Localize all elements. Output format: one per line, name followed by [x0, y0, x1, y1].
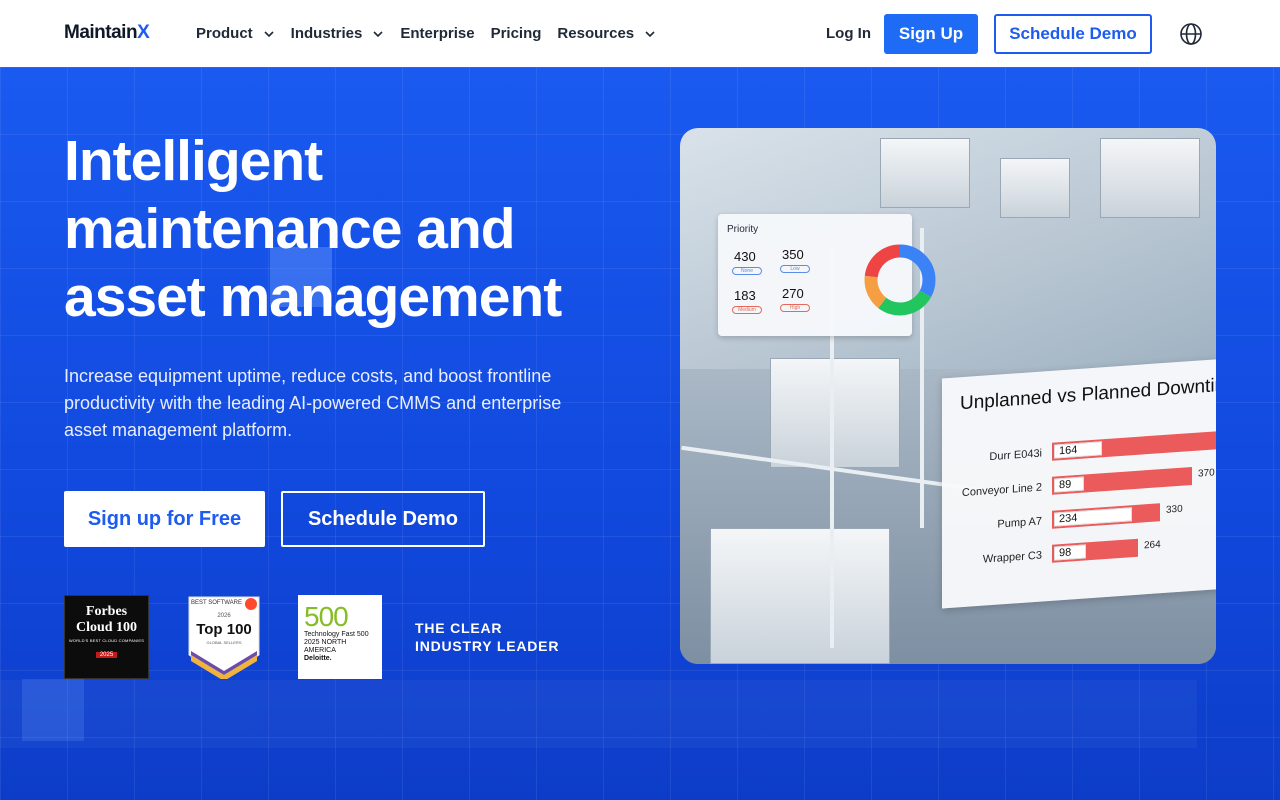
nav-label: Resources	[557, 25, 635, 42]
leader-line2: INDUSTRY LEADER	[415, 638, 560, 654]
globe-icon[interactable]	[1179, 22, 1203, 46]
downtime-bar-value: 264	[1144, 539, 1161, 552]
downtime-bar-inner: 89	[1054, 476, 1084, 493]
chevron-down-icon	[373, 30, 383, 37]
grid-band	[0, 680, 1197, 748]
priority-label: Low	[780, 265, 810, 273]
deloitte-line2: 2025 NORTH AMERICA	[304, 639, 347, 654]
signup-button[interactable]: Sign Up	[884, 14, 978, 54]
nav-links: Product Industries Enterprise Pricing Re…	[196, 0, 656, 67]
nav-label: Pricing	[490, 25, 542, 42]
priority-label: None	[732, 267, 762, 275]
nav-label: Industries	[290, 25, 363, 42]
g2-year: 2026	[217, 613, 231, 619]
login-link[interactable]: Log In	[826, 25, 871, 42]
downtime-row-label: Conveyor Line 2	[961, 481, 1042, 500]
industry-leader-text: THE CLEAR INDUSTRY LEADER	[415, 619, 559, 655]
hero-subtext: Increase equipment uptime, reduce costs,…	[64, 366, 562, 440]
g2-top100-badge: BEST SOFTWARE 2026 Top 100 GLOBAL SELLER…	[187, 595, 261, 681]
forbes-brand: Forbes	[85, 604, 128, 619]
priority-label: Medium	[732, 306, 762, 314]
downtime-row-label: Pump A7	[997, 515, 1042, 531]
factory-photo: Priority 430 None 350 Low 183 Medium 270…	[680, 128, 1216, 664]
logo-x: X	[137, 22, 150, 43]
priority-card: Priority 430 None 350 Low 183 Medium 270…	[718, 214, 936, 336]
top-navbar: MaintainX Product Industries Enterprise …	[0, 0, 1280, 67]
chevron-down-icon	[264, 30, 274, 37]
g2-sub: GLOBAL SELLERS	[206, 640, 242, 645]
schedule-demo-button[interactable]: Schedule Demo	[281, 491, 485, 547]
downtime-bar-value: 330	[1166, 503, 1183, 516]
machine	[1000, 158, 1070, 218]
hero-section: Intelligent maintenance and asset manage…	[0, 67, 1280, 800]
nav-item-resources[interactable]: Resources	[557, 25, 656, 42]
forbes-sub: WORLD'S BEST CLOUD COMPANIES	[68, 638, 145, 643]
machine	[770, 358, 900, 468]
deloitte-number: 500	[304, 601, 349, 632]
nav-item-industries[interactable]: Industries	[291, 25, 385, 42]
hero-headline: Intelligent maintenance and asset manage…	[64, 129, 562, 329]
g2-top-text: BEST SOFTWARE	[191, 600, 243, 606]
machine	[710, 528, 890, 664]
priority-donut-icon	[864, 244, 936, 316]
deloitte-line1: Technology Fast 500	[304, 631, 369, 638]
nav-item-pricing[interactable]: Pricing	[491, 25, 542, 42]
downtime-row-label: Wrapper C3	[982, 549, 1042, 566]
maintainx-logo[interactable]: MaintainX	[64, 22, 150, 44]
forbes-title: Cloud 100	[75, 620, 138, 635]
priority-value: 430	[734, 249, 756, 264]
signup-free-button[interactable]: Sign up for Free	[64, 491, 265, 547]
deloitte-fast500-badge: 500 Technology Fast 500 2025 NORTH AMERI…	[298, 595, 382, 679]
priority-value: 350	[782, 247, 804, 262]
forbes-cloud100-badge: Forbes Cloud 100 WORLD'S BEST CLOUD COMP…	[64, 595, 149, 679]
nav-item-enterprise[interactable]: Enterprise	[400, 25, 474, 42]
priority-value: 270	[782, 286, 804, 301]
logo-text: Maintain	[64, 22, 138, 43]
downtime-card: Unplanned vs Planned Downtim Durr E043i …	[942, 357, 1216, 609]
priority-title: Priority	[727, 224, 759, 235]
nav-label: Enterprise	[400, 25, 475, 42]
g2-title: Top 100	[196, 621, 252, 638]
downtime-bar-value: 370	[1198, 467, 1215, 480]
nav-label: Product	[196, 25, 253, 42]
machine	[1100, 138, 1200, 218]
priority-value: 183	[734, 288, 756, 303]
deloitte-brand: Deloitte.	[304, 655, 332, 662]
priority-label: High	[780, 304, 810, 312]
chevron-down-icon	[645, 30, 655, 37]
downtime-bar-inner: 98	[1054, 544, 1086, 561]
machine	[880, 138, 970, 208]
downtime-title: Unplanned vs Planned Downtim	[960, 374, 1216, 415]
nav-item-product[interactable]: Product	[196, 25, 275, 42]
forbes-year: 2025	[95, 652, 118, 658]
schedule-demo-nav-button[interactable]: Schedule Demo	[994, 14, 1152, 54]
downtime-row-label: Durr E043i	[989, 447, 1042, 464]
leader-line1: THE CLEAR	[415, 620, 503, 636]
